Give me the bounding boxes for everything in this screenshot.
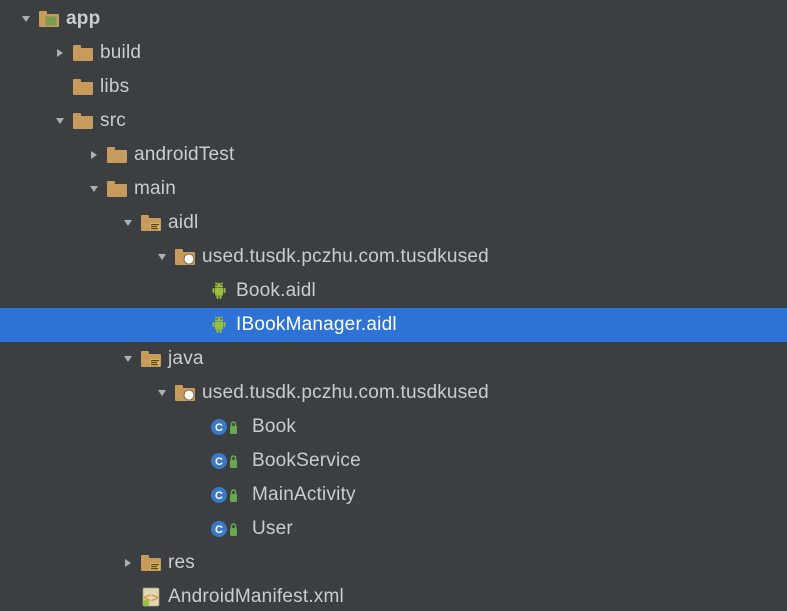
chevron-right-icon[interactable]: [120, 557, 136, 569]
class-icon: C: [208, 518, 246, 540]
class-icon: C: [208, 416, 246, 438]
tree-item-label: used.tusdk.pczhu.com.tusdkused: [202, 382, 489, 404]
tree-item-label: Book: [252, 416, 296, 438]
chevron-down-icon[interactable]: [86, 183, 102, 195]
chevron-down-icon[interactable]: [154, 387, 170, 399]
tree-item-ibookmgr-aidl[interactable]: IBookManager.aidl: [0, 308, 787, 342]
tree-item-label: BookService: [252, 450, 361, 472]
tree-item-label: main: [134, 178, 176, 200]
tree-item-pkg-java[interactable]: used.tusdk.pczhu.com.tusdkused: [0, 376, 787, 410]
svg-text:C: C: [215, 524, 223, 536]
tree-item-label: MainActivity: [252, 484, 356, 506]
folder-icon: [106, 178, 128, 200]
tree-item-src[interactable]: src: [0, 104, 787, 138]
tree-item-label: androidTest: [134, 144, 234, 166]
src-folder-icon: [140, 212, 162, 234]
chevron-down-icon[interactable]: [120, 217, 136, 229]
module-icon: [38, 8, 60, 30]
android-icon: [208, 314, 230, 336]
tree-item-label: IBookManager.aidl: [236, 314, 397, 336]
tree-item-class-bookserv[interactable]: C BookService: [0, 444, 787, 478]
android-icon: [208, 280, 230, 302]
chevron-down-icon[interactable]: [52, 115, 68, 127]
tree-item-label: src: [100, 110, 126, 132]
folder-icon: [72, 110, 94, 132]
tree-item-pkg-aidl[interactable]: used.tusdk.pczhu.com.tusdkused: [0, 240, 787, 274]
svg-text:C: C: [215, 490, 223, 502]
svg-text:C: C: [215, 456, 223, 468]
package-icon: [174, 382, 196, 404]
tree-item-androidTest[interactable]: androidTest: [0, 138, 787, 172]
chevron-down-icon[interactable]: [154, 251, 170, 263]
chevron-right-icon[interactable]: [52, 47, 68, 59]
tree-item-label: AndroidManifest.xml: [168, 586, 344, 608]
tree-item-label: Book.aidl: [236, 280, 316, 302]
svg-text:C: C: [215, 422, 223, 434]
chevron-right-icon[interactable]: [86, 149, 102, 161]
tree-item-book-aidl[interactable]: Book.aidl: [0, 274, 787, 308]
tree-item-class-user[interactable]: C User: [0, 512, 787, 546]
package-icon: [174, 246, 196, 268]
tree-item-label: build: [100, 42, 141, 64]
tree-item-label: used.tusdk.pczhu.com.tusdkused: [202, 246, 489, 268]
tree-item-label: User: [252, 518, 293, 540]
tree-item-app[interactable]: app: [0, 2, 787, 36]
src-folder-icon: [140, 552, 162, 574]
project-tree: app build libs src androidTest main: [0, 0, 787, 611]
class-icon: C: [208, 450, 246, 472]
chevron-down-icon[interactable]: [120, 353, 136, 365]
manifest-icon: <>: [140, 586, 162, 608]
folder-icon: [72, 42, 94, 64]
src-folder-icon: [140, 348, 162, 370]
tree-item-aidl[interactable]: aidl: [0, 206, 787, 240]
tree-item-label: app: [66, 8, 100, 30]
tree-item-build[interactable]: build: [0, 36, 787, 70]
class-icon: C: [208, 484, 246, 506]
tree-item-res[interactable]: res: [0, 546, 787, 580]
chevron-down-icon[interactable]: [18, 13, 34, 25]
tree-item-label: java: [168, 348, 204, 370]
tree-item-class-book[interactable]: C Book: [0, 410, 787, 444]
folder-icon: [72, 76, 94, 98]
folder-icon: [106, 144, 128, 166]
tree-item-java[interactable]: java: [0, 342, 787, 376]
tree-item-libs[interactable]: libs: [0, 70, 787, 104]
tree-item-main[interactable]: main: [0, 172, 787, 206]
tree-item-label: res: [168, 552, 195, 574]
tree-item-class-mainact[interactable]: C MainActivity: [0, 478, 787, 512]
tree-item-label: libs: [100, 76, 129, 98]
tree-item-manifest[interactable]: <> AndroidManifest.xml: [0, 580, 787, 611]
tree-item-label: aidl: [168, 212, 198, 234]
